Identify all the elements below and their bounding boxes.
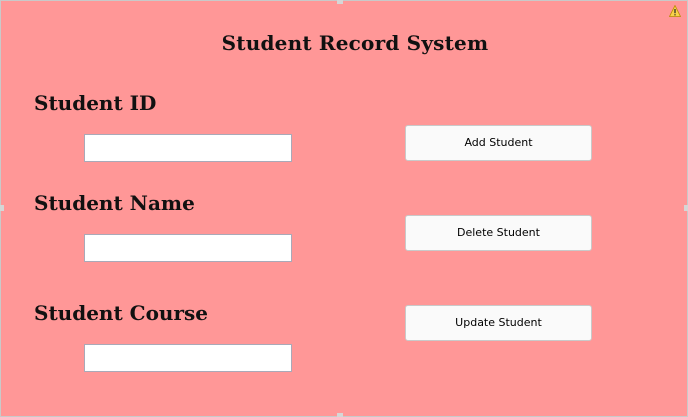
delete-student-button[interactable]: Delete Student: [405, 215, 592, 251]
resize-handle-right[interactable]: [684, 205, 688, 211]
student-name-field[interactable]: [84, 234, 292, 262]
update-student-button[interactable]: Update Student: [405, 305, 592, 341]
student-id-label: Student ID: [34, 91, 157, 115]
resize-handle-left[interactable]: [0, 205, 4, 211]
resize-handle-bottom[interactable]: [337, 413, 343, 417]
student-course-field[interactable]: [84, 344, 292, 372]
student-course-label: Student Course: [34, 301, 208, 325]
add-student-button[interactable]: Add Student: [405, 125, 592, 161]
student-name-label: Student Name: [34, 191, 195, 215]
student-id-field[interactable]: [84, 134, 292, 162]
page-title: Student Record System: [221, 31, 489, 55]
app-panel: Student Record System Student ID Student…: [0, 0, 688, 417]
resize-handle-top[interactable]: [337, 0, 343, 4]
warning-icon: [669, 5, 681, 17]
